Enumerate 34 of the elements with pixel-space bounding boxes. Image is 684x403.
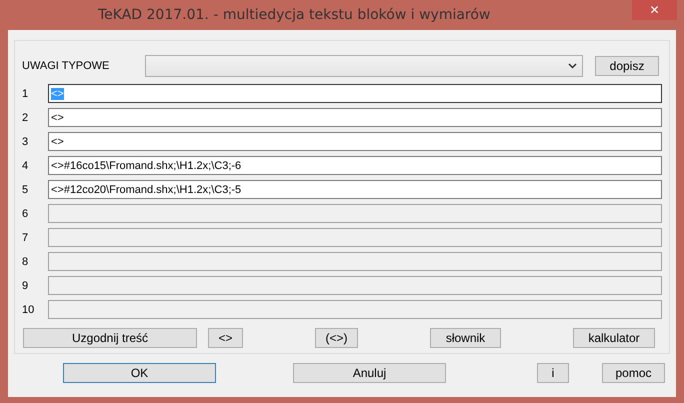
chevron-down-icon: [568, 63, 577, 69]
field-value: <>: [51, 88, 64, 100]
dialog-button[interactable]: pomoc: [602, 363, 665, 383]
line-number: 9: [22, 280, 30, 292]
line-number: 3: [22, 136, 30, 148]
line-number: 6: [22, 208, 30, 220]
dialog-button[interactable]: i: [537, 363, 569, 383]
line-number: 1: [22, 88, 30, 100]
line-number: 10: [22, 304, 36, 316]
uwagi-dropdown[interactable]: [145, 55, 583, 77]
dialog-button[interactable]: Anuluj: [293, 363, 446, 383]
text-field[interactable]: <>: [48, 132, 662, 151]
tool-button[interactable]: (<>): [315, 328, 358, 348]
tool-button[interactable]: Uzgodnij treść: [23, 328, 197, 348]
line-number: 5: [22, 184, 30, 196]
line-number: 8: [22, 256, 30, 268]
text-field[interactable]: <>#16co15\Fromand.shx;\H1.2x;\C3;-6: [48, 156, 662, 175]
text-field[interactable]: <>#12co20\Fromand.shx;\H1.2x;\C3;-5: [48, 180, 662, 199]
text-field[interactable]: <>: [48, 108, 662, 127]
tool-button[interactable]: <>: [208, 328, 243, 348]
line-number: 7: [22, 232, 30, 244]
line-number: 4: [22, 160, 30, 172]
tool-button[interactable]: słownik: [430, 328, 501, 348]
field-value: <>#12co20\Fromand.shx;\H1.2x;\C3;-5: [51, 184, 242, 196]
tool-button[interactable]: kalkulator: [573, 328, 655, 348]
close-button[interactable]: ✕: [632, 0, 677, 20]
field-value: <>: [51, 136, 64, 148]
dopisz-button[interactable]: dopisz: [595, 56, 659, 76]
field-value: <>: [51, 112, 64, 124]
field-value: <>#16co15\Fromand.shx;\H1.2x;\C3;-6: [51, 160, 242, 172]
line-number: 2: [22, 112, 30, 124]
window-title: TeKAD 2017.01. - multiedycja tekstu bloków i wymiarów: [98, 7, 490, 23]
uwagi-label: UWAGI TYPOWE: [22, 60, 110, 72]
dialog-button[interactable]: OK: [63, 363, 216, 383]
